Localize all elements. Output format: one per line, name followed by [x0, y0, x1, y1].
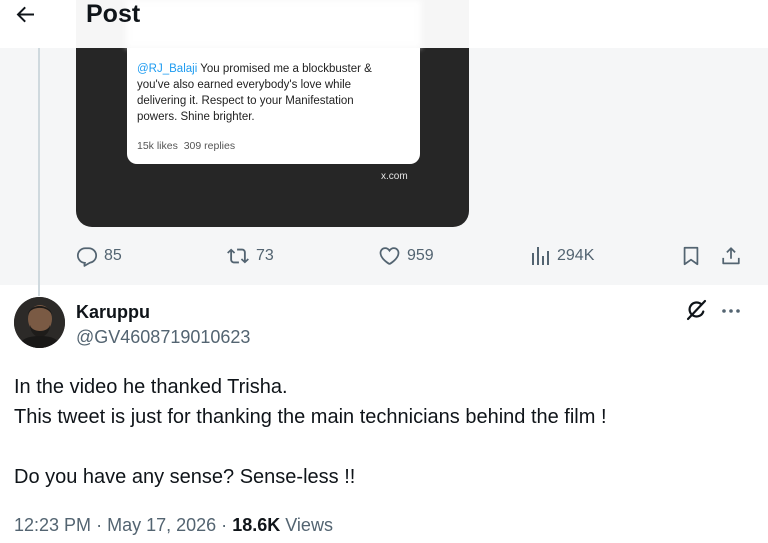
share-icon	[722, 247, 740, 265]
post-action-bar: 85 73 959 294K	[0, 240, 768, 272]
more-options-button[interactable]	[719, 299, 743, 323]
embedded-replies: 309 replies	[183, 140, 236, 152]
analytics-icon	[532, 247, 549, 265]
embedded-tweet-card: @RJ_Balaji You promised me a blockbuster…	[127, 48, 420, 164]
post-metadata: 12:23 PM · May 17, 2026 · 18.6K Views	[14, 512, 333, 538]
avatar[interactable]	[14, 297, 65, 348]
embedded-tweet-text: @RJ_Balaji You promised me a blockbuster…	[137, 61, 397, 125]
reply-button[interactable]: 85	[76, 240, 122, 272]
embedded-likes: 15k likes	[137, 140, 178, 152]
meta-separator: ·	[221, 515, 228, 535]
thread-connector-line	[38, 48, 40, 296]
heart-icon	[379, 247, 400, 265]
repost-count: 73	[256, 247, 274, 264]
post-views-count: 18.6K	[232, 515, 281, 535]
embedded-tweet-stats: 15k likes 309 replies	[137, 140, 235, 152]
repost-button[interactable]: 73	[226, 240, 274, 272]
reply-line: In the video he thanked Trisha.	[14, 376, 288, 398]
embedded-mention: @RJ_Balaji	[137, 63, 198, 75]
page-header: Post	[0, 0, 768, 48]
more-horizontal-icon	[722, 309, 740, 313]
reply-count: 85	[104, 247, 122, 264]
avatar-image	[14, 297, 65, 348]
post-time[interactable]: 12:23 PM	[14, 515, 91, 535]
grok-button[interactable]	[684, 298, 708, 322]
bookmark-icon	[683, 246, 699, 266]
reply-author-name[interactable]: Karuppu	[76, 301, 150, 323]
back-button[interactable]	[14, 2, 42, 28]
repost-icon	[227, 248, 249, 264]
post-date[interactable]: May 17, 2026	[107, 515, 216, 535]
reply-icon	[76, 247, 98, 267]
page-title: Post	[86, 0, 141, 28]
reply-text: In the video he thanked Trisha. This twe…	[14, 372, 754, 492]
reply-line: Do you have any sense? Sense-less !!	[14, 466, 356, 488]
meta-separator: ·	[96, 515, 103, 535]
views-button[interactable]: 294K	[531, 240, 594, 272]
post-views-label: Views	[285, 515, 333, 535]
views-count: 294K	[557, 247, 595, 264]
reply-line-blank	[14, 432, 754, 462]
share-button[interactable]	[720, 240, 742, 272]
reply-author-handle[interactable]: @GV4608719010623	[76, 326, 250, 348]
grok-icon	[686, 299, 707, 321]
arrow-left-icon	[16, 6, 34, 23]
like-button[interactable]: 959	[378, 240, 434, 272]
media-source-label: x.com	[381, 171, 408, 182]
bookmark-button[interactable]	[680, 240, 702, 272]
reply-line: This tweet is just for thanking the main…	[14, 406, 607, 428]
like-count: 959	[407, 247, 434, 264]
